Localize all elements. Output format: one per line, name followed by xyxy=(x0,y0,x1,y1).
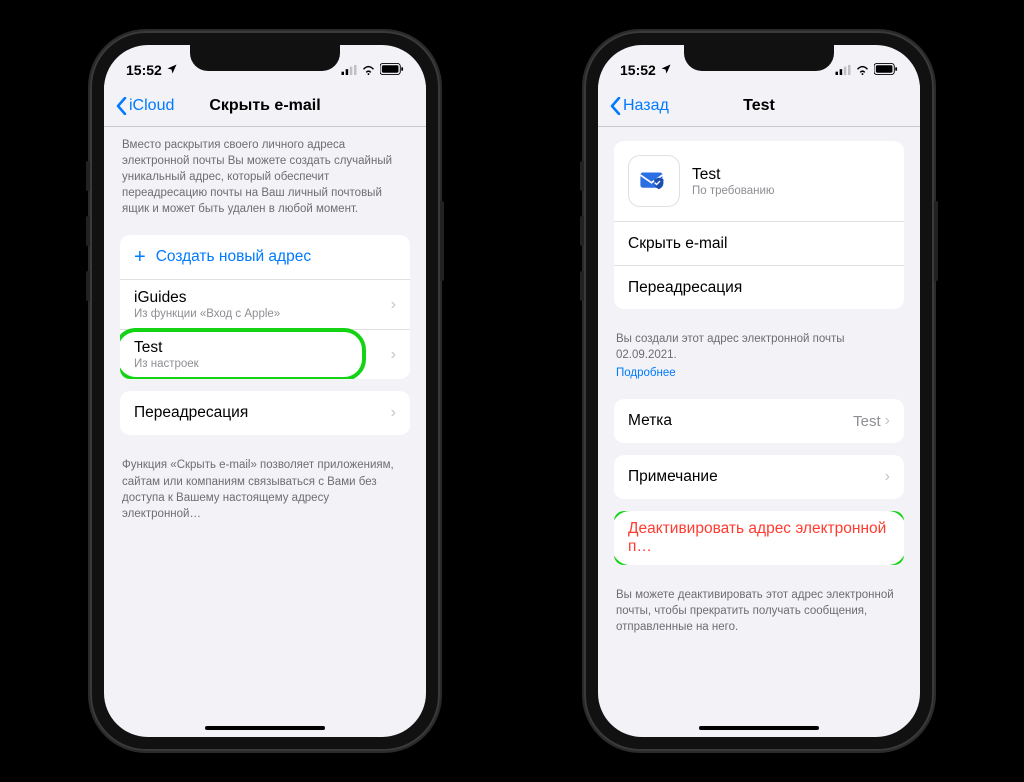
create-address-row[interactable]: + Создать новый адрес xyxy=(120,235,410,279)
hide-email-label: Скрыть e-mail xyxy=(628,235,890,253)
status-time: 15:52 xyxy=(126,62,162,78)
label-title: Метка xyxy=(628,412,853,430)
home-indicator xyxy=(699,726,819,730)
plus-icon: + xyxy=(134,246,146,269)
mail-shield-icon xyxy=(628,155,680,207)
nav-back-button[interactable]: iCloud xyxy=(116,97,174,115)
address-item-subtitle: Из настроек xyxy=(134,358,391,370)
wifi-icon xyxy=(855,62,870,78)
address-list-group: + Создать новый адрес iGuides Из функции… xyxy=(120,235,410,379)
deactivate-group: Деактивировать адрес электронной п… xyxy=(614,511,904,565)
app-header-subtitle: По требованию xyxy=(692,185,775,197)
battery-icon xyxy=(874,62,898,78)
chevron-right-icon: › xyxy=(885,412,890,430)
hide-email-row[interactable]: Скрыть e-mail xyxy=(614,221,904,265)
notch xyxy=(190,45,340,71)
note-title: Примечание xyxy=(628,468,885,486)
address-item-title: Test xyxy=(134,339,391,357)
label-value: Test xyxy=(853,413,881,430)
intro-description: Вместо раскрытия своего личного адреса э… xyxy=(120,127,410,227)
app-header-title: Test xyxy=(692,166,775,184)
chevron-right-icon: › xyxy=(391,404,396,422)
label-row[interactable]: Метка Test › xyxy=(614,399,904,443)
create-address-label: Создать новый адрес xyxy=(156,248,311,266)
label-group: Метка Test › xyxy=(614,399,904,443)
nav-back-label: iCloud xyxy=(129,97,174,115)
forwarding-label: Переадресация xyxy=(628,279,890,297)
learn-more-link[interactable]: Подробнее xyxy=(616,365,902,381)
deactivate-label: Деактивировать адрес электронной п… xyxy=(628,520,890,556)
nav-back-label: Назад xyxy=(623,97,669,115)
phone-frame-right: 15:52 Назад Tes xyxy=(584,31,934,751)
created-description: Вы создали этот адрес электронной почты … xyxy=(614,321,904,391)
forwarding-row[interactable]: Переадресация xyxy=(614,265,904,309)
location-icon xyxy=(660,62,672,78)
forwarding-group: Переадресация › xyxy=(120,391,410,435)
chevron-right-icon: › xyxy=(391,296,396,314)
app-header-group: Test По требованию Скрыть e-mail Переадр… xyxy=(614,141,904,309)
address-item-subtitle: Из функции «Вход с Apple» xyxy=(134,308,391,320)
forwarding-label: Переадресация xyxy=(134,404,391,422)
chevron-left-icon xyxy=(116,97,127,115)
footer-description: Функция «Скрыть e-mail» позволяет прилож… xyxy=(120,447,410,531)
address-item-iguides[interactable]: iGuides Из функции «Вход с Apple» › xyxy=(120,279,410,329)
chevron-right-icon: › xyxy=(391,346,396,364)
phone-frame-left: 15:52 iCloud Ск xyxy=(90,31,440,751)
status-time: 15:52 xyxy=(620,62,656,78)
signal-icon xyxy=(835,62,851,78)
wifi-icon xyxy=(361,62,376,78)
note-group: Примечание › xyxy=(614,455,904,499)
nav-bar: iCloud Скрыть e-mail xyxy=(104,85,426,127)
deactivate-description: Вы можете деактивировать этот адрес элек… xyxy=(614,577,904,645)
address-item-test[interactable]: Test Из настроек › xyxy=(120,329,410,379)
chevron-right-icon: › xyxy=(885,468,890,486)
app-header: Test По требованию xyxy=(614,141,904,221)
screen-left: 15:52 iCloud Ск xyxy=(104,45,426,737)
address-item-title: iGuides xyxy=(134,289,391,307)
screen-right: 15:52 Назад Tes xyxy=(598,45,920,737)
forwarding-row[interactable]: Переадресация › xyxy=(120,391,410,435)
notch xyxy=(684,45,834,71)
battery-icon xyxy=(380,62,404,78)
deactivate-row[interactable]: Деактивировать адрес электронной п… xyxy=(614,511,904,565)
nav-back-button[interactable]: Назад xyxy=(610,97,669,115)
created-text: Вы создали этот адрес электронной почты … xyxy=(616,333,844,361)
chevron-left-icon xyxy=(610,97,621,115)
location-icon xyxy=(166,62,178,78)
nav-bar: Назад Test xyxy=(598,85,920,127)
home-indicator xyxy=(205,726,325,730)
signal-icon xyxy=(341,62,357,78)
note-row[interactable]: Примечание › xyxy=(614,455,904,499)
